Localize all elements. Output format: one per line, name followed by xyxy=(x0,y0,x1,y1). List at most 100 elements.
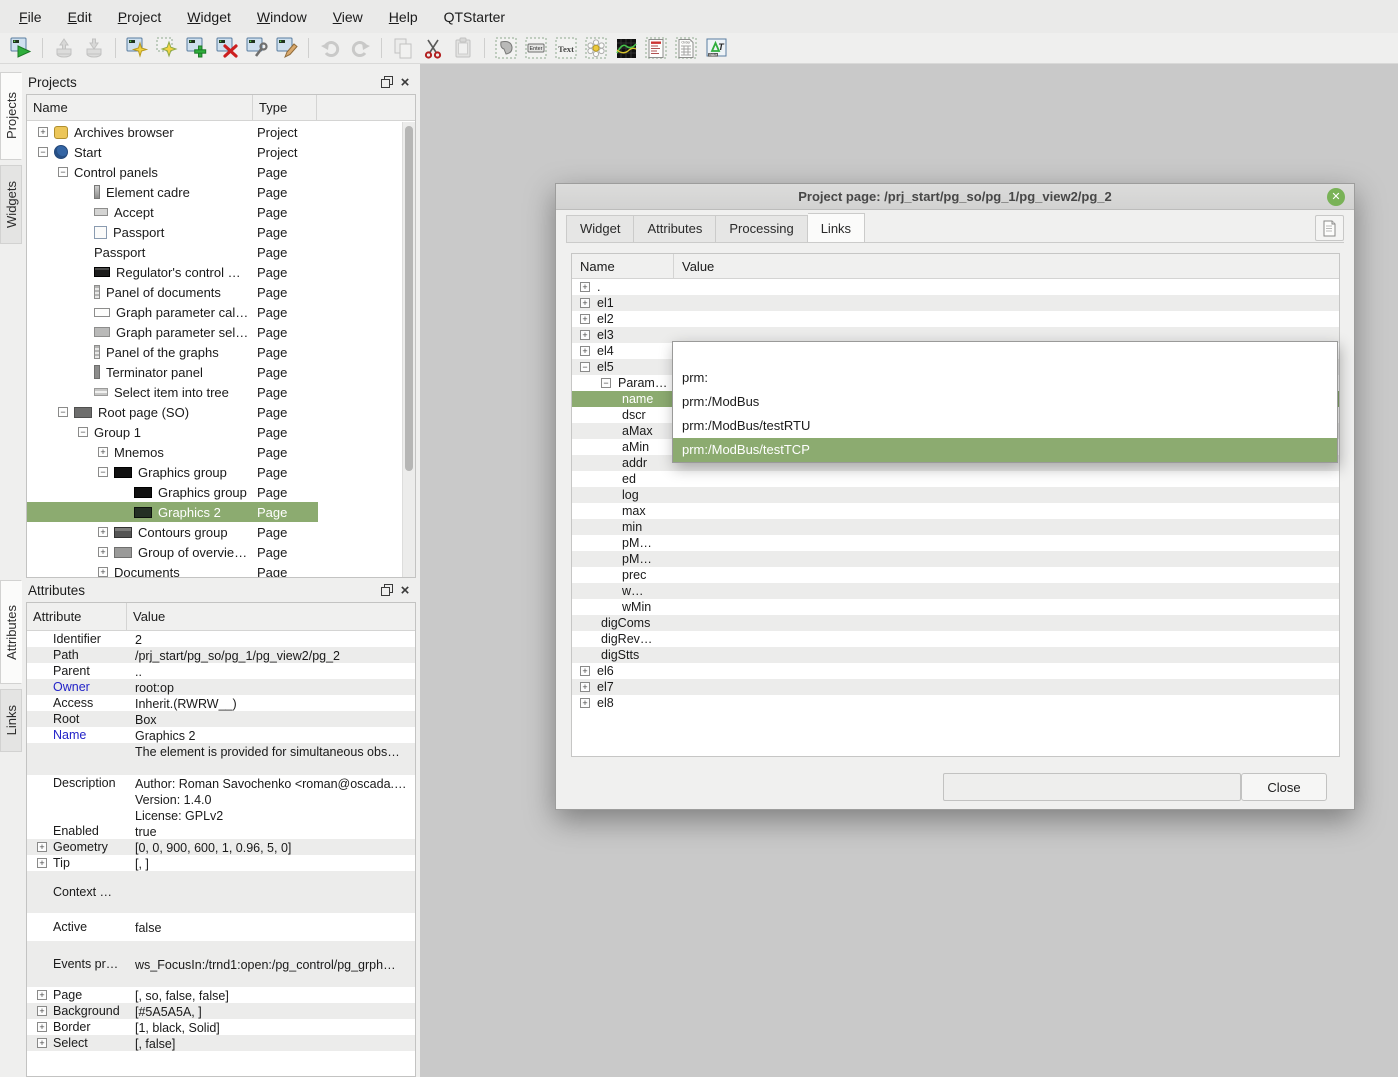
load-project-icon[interactable] xyxy=(6,35,36,62)
link-row-log[interactable]: log xyxy=(572,487,1339,503)
menu-project[interactable]: Project xyxy=(105,2,175,32)
tree-item-regulator-s-control-[interactable]: Regulator's control …Page xyxy=(27,262,402,282)
expand-plus-icon[interactable]: + xyxy=(37,990,47,1000)
menu-qtstarter[interactable]: QTStarter xyxy=(431,2,518,32)
expand-plus-icon[interactable]: + xyxy=(580,330,590,340)
tree-item-documents[interactable]: +DocumentsPage xyxy=(27,562,402,577)
widget-document-icon[interactable]: Order xyxy=(671,35,701,62)
link-row-digrev-[interactable]: digRev… xyxy=(572,631,1339,647)
dropdown-option-prm-modbus[interactable]: prm:/ModBus xyxy=(673,390,1337,414)
tree-item-group-1[interactable]: −Group 1Page xyxy=(27,422,402,442)
attribute-row-path[interactable]: Path/prj_start/pg_so/pg_1/pg_view2/pg_2 xyxy=(27,647,415,663)
tree-item-passport[interactable]: PassportPage xyxy=(27,242,402,262)
expand-minus-icon[interactable]: − xyxy=(98,467,108,477)
sidebar-tab-projects[interactable]: Projects xyxy=(0,72,22,160)
column-header-attribute[interactable]: Attribute xyxy=(27,603,127,630)
attribute-row-tip[interactable]: +Tip[, ] xyxy=(27,855,415,871)
widget-diagram-icon[interactable] xyxy=(611,35,641,62)
attribute-row-context-[interactable]: Context … xyxy=(27,871,415,913)
attribute-row-access[interactable]: AccessInherit.(RWRW__) xyxy=(27,695,415,711)
link-row-pm-[interactable]: pM… xyxy=(572,535,1339,551)
attribute-row-description[interactable]: DescriptionAuthor: Roman Savochenko <rom… xyxy=(27,775,415,823)
dialog-close-icon[interactable]: ✕ xyxy=(1327,188,1345,206)
expand-plus-icon[interactable]: + xyxy=(98,447,108,457)
dropdown-option-prm-modbus-testrtu[interactable]: prm:/ModBus/testRTU xyxy=(673,414,1337,438)
link-row-pm-[interactable]: pM… xyxy=(572,551,1339,567)
menu-window[interactable]: Window xyxy=(244,2,320,32)
dialog-tab-links[interactable]: Links xyxy=(808,213,865,243)
item-add-icon[interactable] xyxy=(182,35,212,62)
tree-item-archives-browser[interactable]: +Archives browserProject xyxy=(27,122,402,142)
tree-item-select-item-into-tree[interactable]: Select item into treePage xyxy=(27,382,402,402)
tree-item-panel-of-documents[interactable]: Panel of documentsPage xyxy=(27,282,402,302)
widget-value-icon[interactable]: TValue xyxy=(701,35,731,62)
attribute-row-page[interactable]: +Page[, so, false, false] xyxy=(27,987,415,1003)
expand-minus-icon[interactable]: − xyxy=(78,427,88,437)
menu-view[interactable]: View xyxy=(320,2,376,32)
expand-plus-icon[interactable]: + xyxy=(98,527,108,537)
link-row-el6[interactable]: +el6 xyxy=(572,663,1339,679)
float-dock-icon[interactable] xyxy=(378,582,396,598)
undo-icon[interactable] xyxy=(315,35,345,62)
tree-item-accept[interactable]: AcceptPage xyxy=(27,202,402,222)
attribute-row-events-pr-[interactable]: Events pr…ws_FocusIn:/trnd1:open:/pg_con… xyxy=(27,941,415,987)
dialog-titlebar[interactable]: Project page: /prj_start/pg_so/pg_1/pg_v… xyxy=(556,184,1354,210)
item-delete-icon[interactable] xyxy=(212,35,242,62)
sidebar-tab-attributes[interactable]: Attributes xyxy=(0,580,22,684)
tree-item-element-cadre[interactable]: Element cadrePage xyxy=(27,182,402,202)
expand-plus-icon[interactable]: + xyxy=(98,547,108,557)
column-header-value[interactable]: Value xyxy=(127,603,415,630)
dialog-status-field[interactable] xyxy=(943,773,1241,801)
tree-item-terminator-panel[interactable]: Terminator panelPage xyxy=(27,362,402,382)
expand-plus-icon[interactable]: + xyxy=(580,314,590,324)
expand-plus-icon[interactable]: + xyxy=(37,858,47,868)
db-save-icon[interactable] xyxy=(79,35,109,62)
menu-file[interactable]: File xyxy=(6,2,55,32)
attribute-row-enabled[interactable]: Enabledtrue xyxy=(27,823,415,839)
link-row-el8[interactable]: +el8 xyxy=(572,695,1339,711)
expand-plus-icon[interactable]: + xyxy=(37,1038,47,1048)
sidebar-tab-links[interactable]: Links xyxy=(0,689,22,752)
expand-plus-icon[interactable]: + xyxy=(37,1006,47,1016)
expand-minus-icon[interactable]: − xyxy=(58,167,68,177)
dialog-tab-attributes[interactable]: Attributes xyxy=(634,215,716,243)
dialog-tab-widget[interactable]: Widget xyxy=(566,215,634,243)
expand-minus-icon[interactable]: − xyxy=(580,362,590,372)
tree-item-graph-parameter-cal-[interactable]: Graph parameter cal…Page xyxy=(27,302,402,322)
column-header-name[interactable]: Name xyxy=(27,95,253,120)
attribute-row-parent[interactable]: Parent.. xyxy=(27,663,415,679)
expand-plus-icon[interactable]: + xyxy=(580,298,590,308)
tree-item-start[interactable]: −StartProject xyxy=(27,142,402,162)
tree-item-graph-parameter-sel-[interactable]: Graph parameter sel…Page xyxy=(27,322,402,342)
tree-item-group-of-overvie-[interactable]: +Group of overvie…Page xyxy=(27,542,402,562)
library-new-dashed-icon[interactable] xyxy=(152,35,182,62)
menu-edit[interactable]: Edit xyxy=(55,2,105,32)
db-load-icon[interactable] xyxy=(49,35,79,62)
tree-item-contours-group[interactable]: +Contours groupPage xyxy=(27,522,402,542)
scrollbar-thumb[interactable] xyxy=(405,126,413,471)
cut-icon[interactable] xyxy=(418,35,448,62)
attribute-row-description-text[interactable]: The element is provided for simultaneous… xyxy=(27,743,415,775)
sidebar-tab-widgets[interactable]: Widgets xyxy=(0,165,22,244)
link-row-digcoms[interactable]: digComs xyxy=(572,615,1339,631)
float-dock-icon[interactable] xyxy=(378,74,396,90)
attribute-row-geometry[interactable]: +Geometry[0, 0, 900, 600, 1, 0.96, 5, 0] xyxy=(27,839,415,855)
link-row--[interactable]: +. xyxy=(572,279,1339,295)
dropdown-option-empty[interactable] xyxy=(673,342,1337,366)
close-dock-icon[interactable]: × xyxy=(396,74,414,90)
paste-icon[interactable] xyxy=(448,35,478,62)
menu-help[interactable]: Help xyxy=(376,2,431,32)
expand-plus-icon[interactable]: + xyxy=(37,842,47,852)
tree-item-graphics-group[interactable]: −Graphics groupPage xyxy=(27,462,402,482)
expand-plus-icon[interactable]: + xyxy=(37,1022,47,1032)
redo-icon[interactable] xyxy=(345,35,375,62)
attribute-row-select[interactable]: +Select[, false] xyxy=(27,1035,415,1051)
tree-item-control-panels[interactable]: −Control panelsPage xyxy=(27,162,402,182)
tree-item-graphics-2[interactable]: Graphics 2Page xyxy=(27,502,402,522)
attribute-row-background[interactable]: +Background[#5A5A5A, ] xyxy=(27,1003,415,1019)
widget-form-icon[interactable]: Enter xyxy=(521,35,551,62)
expand-plus-icon[interactable]: + xyxy=(580,666,590,676)
attribute-row-name[interactable]: NameGraphics 2 xyxy=(27,727,415,743)
attribute-row-root[interactable]: RootBox xyxy=(27,711,415,727)
link-row-w-[interactable]: w… xyxy=(572,583,1339,599)
